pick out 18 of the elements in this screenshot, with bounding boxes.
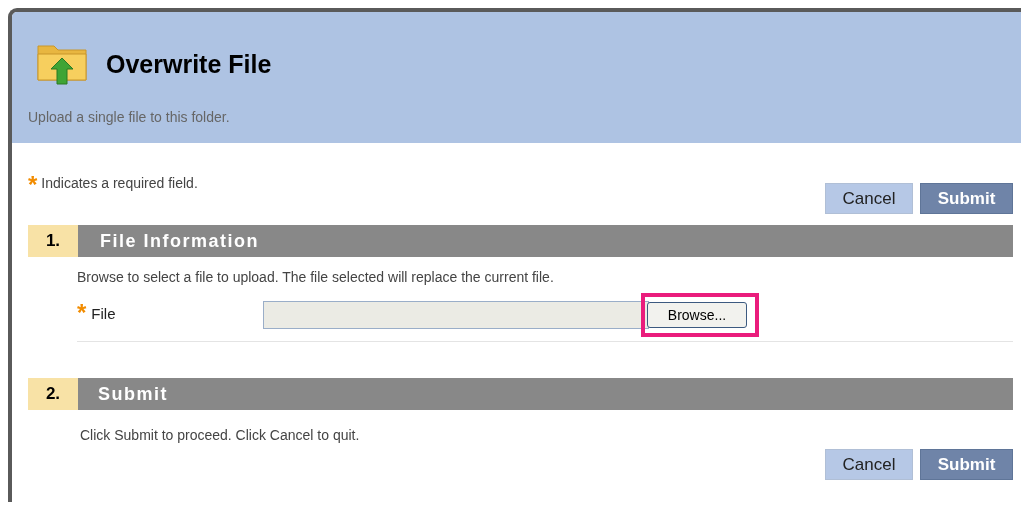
browse-button[interactable]: Browse... [647, 302, 747, 328]
instructions: Browse to select a file to upload. The file selected will replace the current file. [77, 269, 555, 285]
page-subtitle: Upload a single file to this folder. [28, 109, 231, 125]
instructions: Click Submit to proceed. Click Cancel to quit. [79, 427, 361, 443]
file-path-field[interactable] [263, 301, 649, 329]
required-note: Indicates a required field. [41, 175, 198, 191]
section-title: Submit [78, 378, 1013, 410]
page-title: Overwrite File [106, 49, 272, 79]
cancel-button[interactable]: Cancel [825, 449, 913, 480]
field-label: File [91, 304, 116, 322]
submit-button[interactable]: Submit [920, 183, 1013, 214]
required-marker: * [28, 175, 38, 195]
cancel-button[interactable]: Cancel [825, 183, 913, 214]
submit-button[interactable]: Submit [920, 449, 1013, 480]
required-marker: * [77, 303, 87, 323]
section-title: File Information [78, 225, 1013, 257]
step-number: 1. [28, 225, 78, 257]
step-number: 2. [28, 378, 78, 410]
